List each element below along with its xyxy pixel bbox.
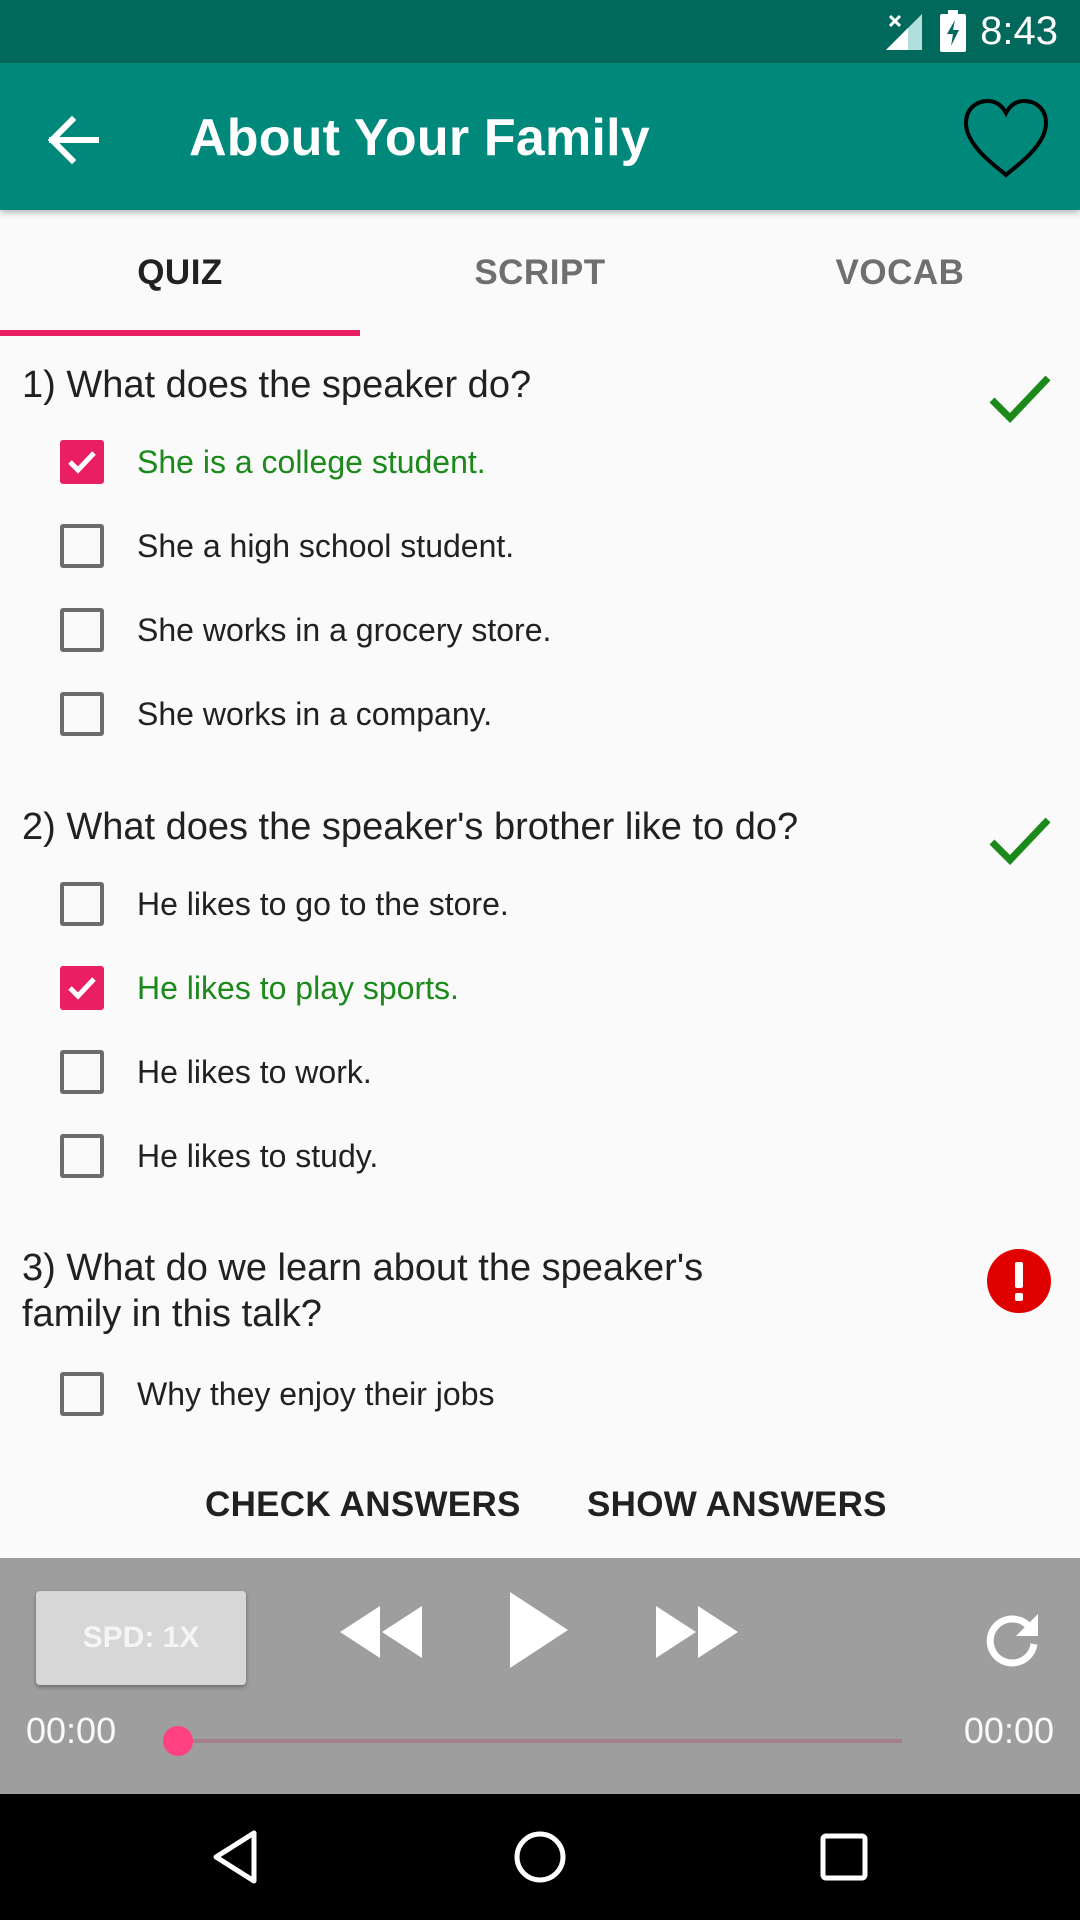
rewind-icon[interactable] xyxy=(338,1602,424,1662)
option-label: He likes to go to the store. xyxy=(137,886,509,922)
option-q2-3[interactable]: He likes to work. xyxy=(60,1044,960,1104)
option-q2-1[interactable]: He likes to go to the store. xyxy=(60,876,960,936)
correct-checkmark-icon xyxy=(989,817,1051,866)
option-q2-2[interactable]: He likes to play sports. xyxy=(60,960,960,1020)
audio-player: SPD: 1X 00:00 00:00 xyxy=(0,1558,1080,1794)
check-icon xyxy=(68,451,96,474)
question-2: 2) What does the speaker's brother like … xyxy=(22,806,799,848)
app-bar: About Your Family xyxy=(0,63,1080,210)
error-exclamation-icon xyxy=(987,1249,1051,1313)
question-3-line-1: 3) What do we learn about the speaker's xyxy=(22,1247,704,1289)
option-label: He likes to study. xyxy=(137,1138,379,1174)
option-q1-4[interactable]: She works in a company. xyxy=(60,686,960,746)
question-1: 1) What does the speaker do? xyxy=(22,364,532,406)
elapsed-time: 00:00 xyxy=(26,1710,117,1751)
tab-bar: QUIZ SCRIPT VOCAB xyxy=(0,210,1080,336)
check-icon xyxy=(68,977,96,1000)
checkbox[interactable] xyxy=(60,882,104,926)
option-label: She a high school student. xyxy=(137,528,515,564)
tab-vocab[interactable]: VOCAB xyxy=(720,210,1080,336)
show-answers-button[interactable]: SHOW ANSWERS xyxy=(587,1470,887,1540)
back-arrow-icon[interactable] xyxy=(36,103,110,177)
tab-indicator xyxy=(0,330,360,336)
status-time: 8:43 xyxy=(980,9,1058,53)
option-q3-1[interactable]: Why they enjoy their jobs xyxy=(60,1366,960,1426)
option-q2-4[interactable]: He likes to study. xyxy=(60,1128,960,1188)
tab-quiz[interactable]: QUIZ xyxy=(0,210,360,336)
battery-charging-icon xyxy=(940,10,966,52)
replay-icon[interactable] xyxy=(984,1610,1042,1668)
status-bar: 8:43 xyxy=(0,0,1080,63)
page-title: About Your Family xyxy=(189,109,650,167)
question-3-line-2: family in this talk? xyxy=(22,1293,322,1335)
checkbox[interactable] xyxy=(60,692,104,736)
correct-checkmark-icon xyxy=(989,375,1051,424)
checkbox[interactable] xyxy=(60,440,104,484)
option-label: Why they enjoy their jobs xyxy=(137,1376,495,1412)
play-icon[interactable] xyxy=(508,1590,570,1670)
checkbox[interactable] xyxy=(60,608,104,652)
checkbox[interactable] xyxy=(60,1050,104,1094)
total-time: 00:00 xyxy=(963,1710,1054,1751)
option-q1-2[interactable]: She a high school student. xyxy=(60,518,960,578)
option-q1-3[interactable]: She works in a grocery store. xyxy=(60,602,960,662)
nav-recents-icon[interactable] xyxy=(814,1827,874,1887)
heart-outline-icon[interactable] xyxy=(958,91,1054,187)
option-label: She works in a grocery store. xyxy=(137,612,552,648)
checkbox[interactable] xyxy=(60,1134,104,1178)
system-nav-bar xyxy=(0,1794,1080,1920)
cellular-signal-icon xyxy=(886,14,922,50)
speed-button[interactable]: SPD: 1X xyxy=(36,1591,246,1685)
seek-thumb[interactable] xyxy=(163,1726,193,1756)
option-q1-1[interactable]: She is a college student. xyxy=(60,434,960,494)
option-label: She works in a company. xyxy=(137,696,493,732)
tab-script[interactable]: SCRIPT xyxy=(360,210,720,336)
seek-bar[interactable] xyxy=(178,1739,902,1743)
checkbox[interactable] xyxy=(60,1372,104,1416)
option-label: He likes to play sports. xyxy=(137,970,459,1006)
option-label: He likes to work. xyxy=(137,1054,372,1090)
option-label: She is a college student. xyxy=(137,444,486,480)
checkbox[interactable] xyxy=(60,524,104,568)
nav-home-icon[interactable] xyxy=(510,1827,570,1887)
checkbox[interactable] xyxy=(60,966,104,1010)
question-3: 3) What do we learn about the speaker's … xyxy=(22,1245,703,1337)
nav-back-icon[interactable] xyxy=(206,1827,266,1887)
check-answers-button[interactable]: CHECK ANSWERS xyxy=(205,1470,521,1540)
fast-forward-icon[interactable] xyxy=(654,1602,740,1662)
